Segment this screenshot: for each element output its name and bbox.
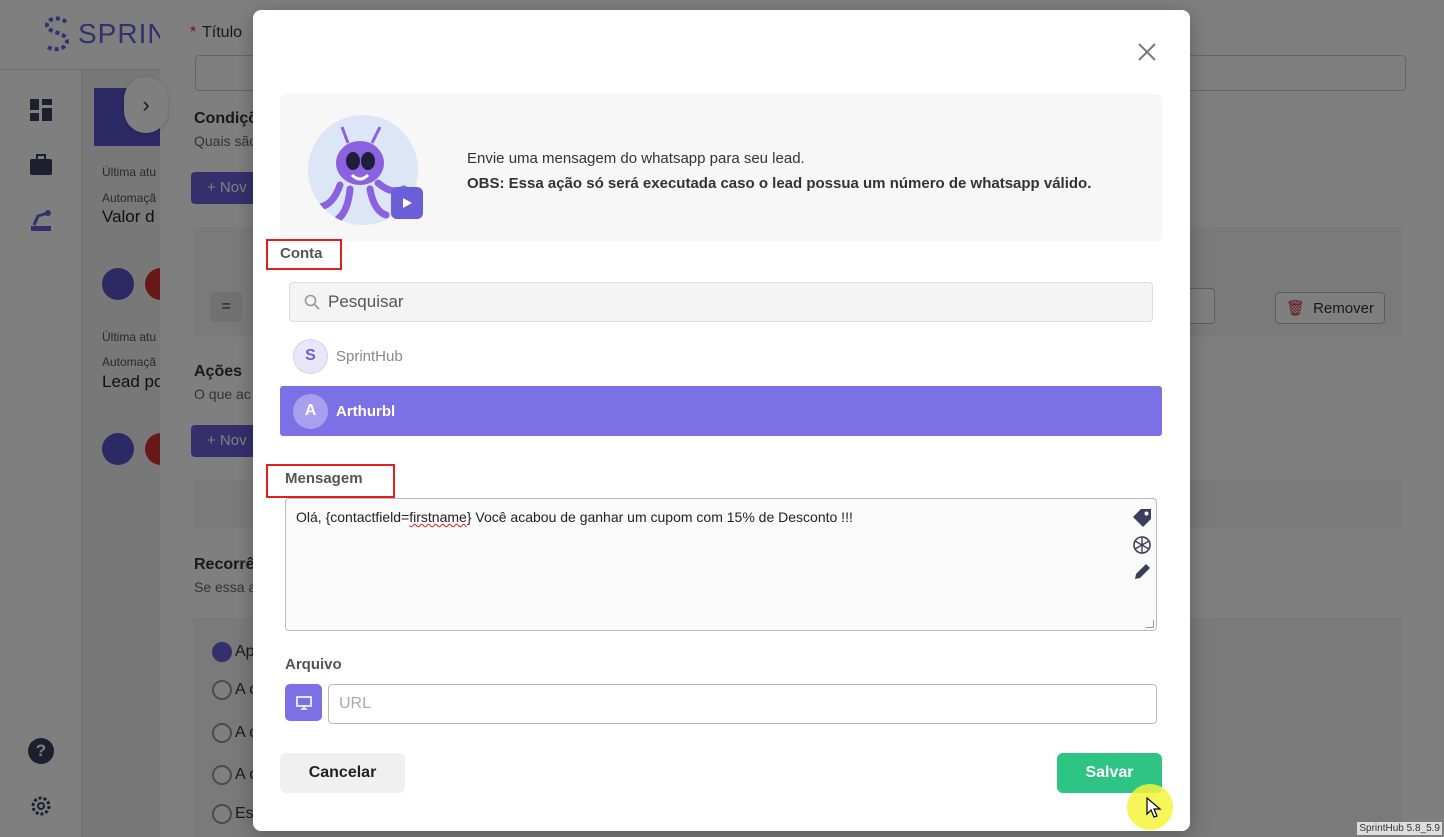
play-video-button[interactable]	[391, 187, 423, 219]
close-icon[interactable]	[1133, 38, 1161, 66]
search-input[interactable]	[328, 283, 1128, 321]
file-label: Arquivo	[285, 656, 342, 673]
info-box: Envie uma mensagem do whatsapp para seu …	[280, 94, 1162, 241]
message-label: Mensagem	[285, 470, 363, 487]
message-text: Olá, {contactfield=firstname} Você acabo…	[296, 509, 853, 525]
file-upload-button[interactable]	[285, 684, 322, 721]
openai-icon[interactable]	[1131, 534, 1153, 556]
whatsapp-action-modal: Envie uma mensagem do whatsapp para seu …	[253, 10, 1190, 831]
message-textarea[interactable]: Olá, {contactfield=firstname} Você acabo…	[285, 498, 1157, 631]
mouse-cursor-icon	[1146, 797, 1162, 818]
info-text: Envie uma mensagem do whatsapp para seu …	[467, 146, 1091, 196]
pencil-icon[interactable]	[1131, 561, 1153, 583]
info-obs: OBS: Essa ação só será executada caso o …	[467, 175, 1092, 192]
url-input[interactable]	[328, 684, 1157, 724]
play-icon	[403, 198, 412, 208]
account-search[interactable]	[289, 282, 1153, 322]
search-icon	[304, 294, 320, 310]
avatar: S	[293, 338, 328, 374]
account-option-sprinthub[interactable]: S SprintHub	[280, 331, 1162, 381]
account-option-arthurbl[interactable]: A Arthurbl	[280, 386, 1162, 436]
version-label: SprintHub 5.8_5.9	[1357, 822, 1442, 835]
tag-icon[interactable]	[1131, 507, 1153, 529]
cancel-button[interactable]: Cancelar	[280, 753, 405, 793]
account-label: Conta	[280, 245, 323, 262]
message-prefix: Olá, {contactfield=	[296, 509, 410, 525]
resize-handle[interactable]	[1146, 620, 1154, 628]
monitor-icon	[295, 695, 312, 710]
account-name: SprintHub	[336, 347, 403, 365]
info-line: Envie uma mensagem do whatsapp para seu …	[467, 150, 805, 167]
avatar: A	[293, 393, 328, 429]
message-suffix: } Você acabou de ganhar um cupom com 15%…	[466, 509, 853, 525]
account-name: Arthurbl	[336, 402, 396, 420]
misspelled-word: firstname	[409, 509, 467, 525]
